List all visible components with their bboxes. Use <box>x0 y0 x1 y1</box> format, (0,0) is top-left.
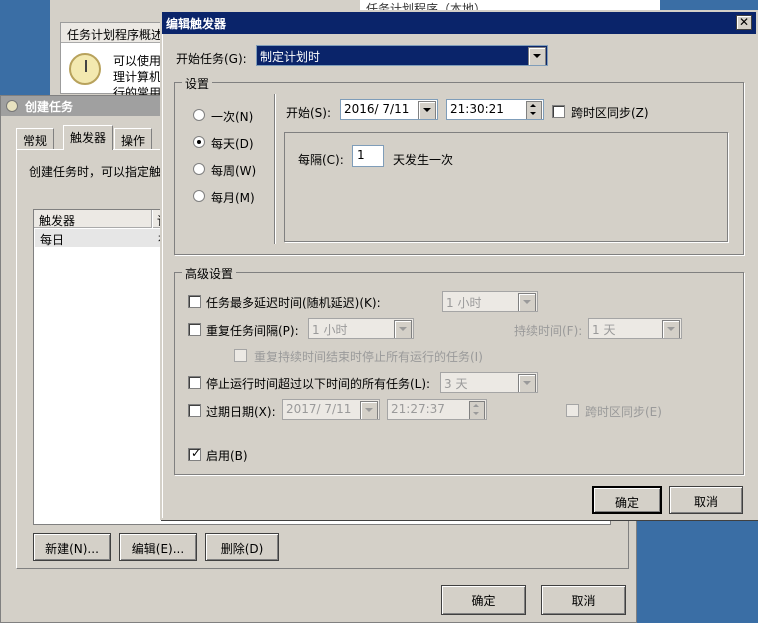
enabled-checkbox[interactable]: ✓ <box>188 446 202 461</box>
duration-select[interactable]: 1 天 <box>588 318 682 339</box>
checkmark-icon: ✓ <box>191 446 202 460</box>
start-date-picker[interactable]: 2016/ 7/11 <box>340 99 438 120</box>
tab-general[interactable]: 常规 <box>16 128 55 150</box>
edit-trigger-button[interactable]: 编辑(E)... <box>119 533 197 561</box>
edit-trigger-titlebar[interactable]: 编辑触发器 <box>162 12 756 34</box>
new-trigger-button[interactable]: 新建(N)... <box>33 533 111 561</box>
tab-label: 常规 <box>23 134 48 148</box>
repeat-value: 1 小时 <box>312 323 348 337</box>
edit-trigger-cancel-button[interactable]: 取消 <box>669 486 743 514</box>
duration-value: 1 天 <box>592 323 616 337</box>
chevron-down-icon[interactable] <box>518 293 536 311</box>
delay-label[interactable]: 任务最多延迟时间(随机延迟)(K): <box>206 294 381 311</box>
repeat-interval-select[interactable]: 1 小时 <box>308 318 414 339</box>
settings-divider <box>274 94 276 244</box>
row-trigger: 每日 <box>40 233 65 247</box>
advanced-legend: 高级设置 <box>182 265 237 282</box>
chevron-down-icon[interactable] <box>518 374 536 392</box>
settings-legend: 设置 <box>182 75 213 92</box>
edit-trigger-dialog: 编辑触发器 ✕ 开始任务(G): 制定计划时 设置 一次(N) 每天(D) 每周… <box>160 10 758 520</box>
calendar-dropdown-icon[interactable] <box>418 101 436 119</box>
radio-daily-label[interactable]: 每天(D) <box>211 135 254 152</box>
close-button[interactable]: ✕ <box>736 15 752 30</box>
radio-weekly-label[interactable]: 每周(W) <box>211 162 256 179</box>
recur-label: 每隔(C): <box>298 153 344 167</box>
start-date-value: 2016/ 7/11 <box>344 102 410 116</box>
sync-timezone-checkbox[interactable] <box>552 105 565 118</box>
stop-at-duration-checkbox[interactable] <box>234 349 247 362</box>
stop-longer-value: 3 天 <box>444 377 468 391</box>
start-label: 开始(S): <box>286 106 332 120</box>
radio-monthly-label[interactable]: 每月(M) <box>211 189 255 206</box>
repeat-checkbox[interactable] <box>188 323 201 336</box>
expire-sync-timezone-label[interactable]: 跨时区同步(E) <box>585 403 662 420</box>
tab-label: 操作 <box>121 134 146 148</box>
chevron-down-icon[interactable] <box>528 47 546 65</box>
expire-time-spinner[interactable]: 21:27:37 <box>387 399 487 420</box>
recur-suffix: 天发生一次 <box>393 153 454 167</box>
clock-icon <box>69 53 101 85</box>
delay-select[interactable]: 1 小时 <box>442 291 538 312</box>
radio-selected-dot <box>197 140 201 144</box>
create-task-title: 创建任务 <box>25 100 74 114</box>
create-task-cancel-button[interactable]: 取消 <box>541 585 626 615</box>
edit-trigger-ok-button[interactable]: 确定 <box>592 486 662 514</box>
recur-days-input[interactable]: 1 <box>352 145 384 167</box>
calendar-dropdown-icon[interactable] <box>360 401 378 419</box>
column-header-label: 触发器 <box>39 214 76 228</box>
delay-value: 1 小时 <box>446 296 482 310</box>
clock-icon <box>6 100 18 112</box>
tab-actions[interactable]: 操作 <box>114 128 153 150</box>
radio-daily[interactable] <box>193 136 205 148</box>
create-task-ok-button[interactable]: 确定 <box>441 585 526 615</box>
stop-longer-select[interactable]: 3 天 <box>440 372 538 393</box>
begin-task-label: 开始任务(G): <box>176 52 247 66</box>
triggers-intro-text: 创建任务时，可以指定触 <box>29 165 162 179</box>
stop-longer-label[interactable]: 停止运行时间超过以下时间的所有任务(L): <box>206 375 430 392</box>
radio-weekly[interactable] <box>193 163 205 175</box>
chevron-down-icon[interactable] <box>662 320 680 338</box>
start-time-spinner[interactable]: 21:30:21 <box>446 99 544 120</box>
start-time-value: 21:30:21 <box>450 102 504 116</box>
begin-task-value: 制定计划时 <box>260 50 321 64</box>
enabled-label[interactable]: 启用(B) <box>206 447 248 464</box>
expire-checkbox[interactable] <box>188 404 201 417</box>
radio-once-label[interactable]: 一次(N) <box>211 108 253 125</box>
expire-label[interactable]: 过期日期(X): <box>206 403 276 420</box>
recurrence-panel <box>284 132 728 242</box>
expire-sync-timezone-checkbox[interactable] <box>566 404 579 417</box>
edit-trigger-title: 编辑触发器 <box>166 17 227 31</box>
begin-task-select[interactable]: 制定计划时 <box>256 45 548 66</box>
expire-date-value: 2017/ 7/11 <box>286 402 352 416</box>
delay-checkbox[interactable] <box>188 295 201 308</box>
expire-time-value: 21:27:37 <box>391 402 445 416</box>
duration-label: 持续时间(F): <box>514 324 583 338</box>
expire-date-picker[interactable]: 2017/ 7/11 <box>282 399 380 420</box>
close-icon: ✕ <box>738 15 750 29</box>
repeat-label[interactable]: 重复任务间隔(P): <box>206 322 299 339</box>
tab-triggers[interactable]: 触发器 <box>63 125 114 150</box>
sync-timezone-label[interactable]: 跨时区同步(Z) <box>571 104 649 121</box>
spinner-icon[interactable] <box>469 401 485 419</box>
stop-at-duration-label[interactable]: 重复持续时间结束时停止所有运行的任务(I) <box>254 348 483 365</box>
tab-label: 触发器 <box>70 131 107 145</box>
radio-monthly[interactable] <box>193 190 205 202</box>
stop-longer-checkbox[interactable] <box>188 376 201 389</box>
column-header-trigger[interactable]: 触发器 <box>34 210 152 228</box>
radio-once[interactable] <box>193 109 205 121</box>
delete-trigger-button[interactable]: 删除(D) <box>205 533 279 561</box>
chevron-down-icon[interactable] <box>394 320 412 338</box>
spinner-icon[interactable] <box>526 101 542 119</box>
